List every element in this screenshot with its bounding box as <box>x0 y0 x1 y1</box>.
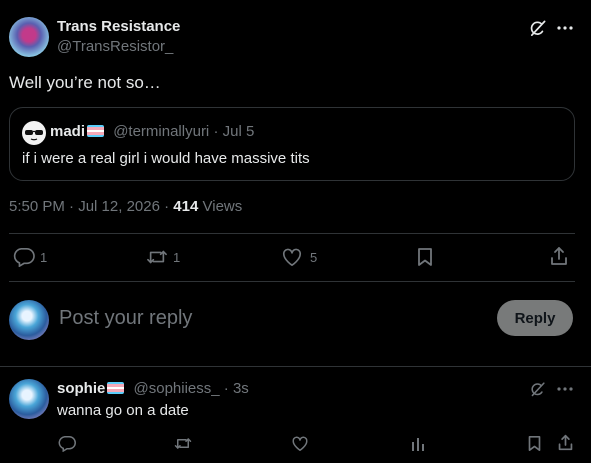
quote-author-name[interactable]: madi <box>50 123 85 140</box>
reply-count: 1 <box>40 249 48 265</box>
reply-author-avatar[interactable] <box>9 379 49 419</box>
reply-icon <box>13 248 35 267</box>
author-avatar[interactable] <box>9 17 49 57</box>
author-name[interactable]: Trans Resistance <box>57 18 180 35</box>
more-icon[interactable] <box>557 386 573 392</box>
quoted-post[interactable]: madi @terminallyuri · Jul 5 if i were a … <box>9 107 575 181</box>
quote-text: if i were a real girl i would have massi… <box>22 150 310 167</box>
reply-button[interactable]: Reply <box>497 300 573 336</box>
analytics-icon[interactable] <box>410 436 426 452</box>
post-meta: 5:50 PM · Jul 12, 2026 · 414 Views <box>9 198 242 215</box>
meta-separator: · <box>164 198 170 215</box>
trans-flag-icon <box>87 125 105 137</box>
trans-flag-icon <box>107 382 125 394</box>
share-icon[interactable] <box>557 434 574 451</box>
heart-icon <box>282 248 302 266</box>
bookmark-icon[interactable] <box>416 247 434 267</box>
more-icon[interactable] <box>557 25 573 31</box>
views-count: 414 <box>173 198 199 215</box>
reply-author-handle[interactable]: @sophiiess_ <box>134 380 220 397</box>
reply-text: wanna go on a date <box>57 402 189 419</box>
grok-icon[interactable] <box>528 19 547 38</box>
post-time[interactable]: 5:50 PM <box>9 198 65 215</box>
quote-author-avatar <box>22 121 46 145</box>
reply-icon[interactable] <box>58 435 76 452</box>
post-text: Well you’re not so… <box>9 73 161 92</box>
grok-icon[interactable] <box>529 381 546 398</box>
like-count: 5 <box>310 249 318 265</box>
reply-time[interactable]: 3s <box>233 380 249 397</box>
like-action[interactable]: 5 <box>281 247 317 267</box>
quote-separator: · <box>213 123 219 140</box>
share-icon[interactable] <box>549 246 569 266</box>
divider <box>9 233 575 234</box>
views-label: Views <box>202 198 243 215</box>
bookmark-icon[interactable] <box>527 435 542 452</box>
section-divider <box>0 366 591 367</box>
user-avatar[interactable] <box>9 300 49 340</box>
repost-icon <box>147 250 167 264</box>
quote-date[interactable]: Jul 5 <box>223 123 255 140</box>
heart-icon[interactable] <box>291 435 309 452</box>
divider <box>9 281 575 282</box>
sunglasses-face-icon <box>25 130 43 141</box>
reply-action[interactable]: 1 <box>13 247 47 267</box>
reply-input[interactable]: Post your reply <box>59 307 192 330</box>
repost-count: 1 <box>173 249 181 265</box>
post-date[interactable]: Jul 12, 2026 <box>78 198 160 215</box>
quote-author-handle[interactable]: @terminallyuri <box>113 123 209 140</box>
author-handle[interactable]: @TransResistor_ <box>57 38 173 55</box>
reply-separator: · <box>223 380 229 397</box>
repost-icon[interactable] <box>174 435 192 452</box>
reply-button-label: Reply <box>514 309 556 327</box>
reply-author-name[interactable]: sophie <box>57 380 105 397</box>
repost-action[interactable]: 1 <box>146 247 180 267</box>
meta-separator: · <box>69 198 75 215</box>
